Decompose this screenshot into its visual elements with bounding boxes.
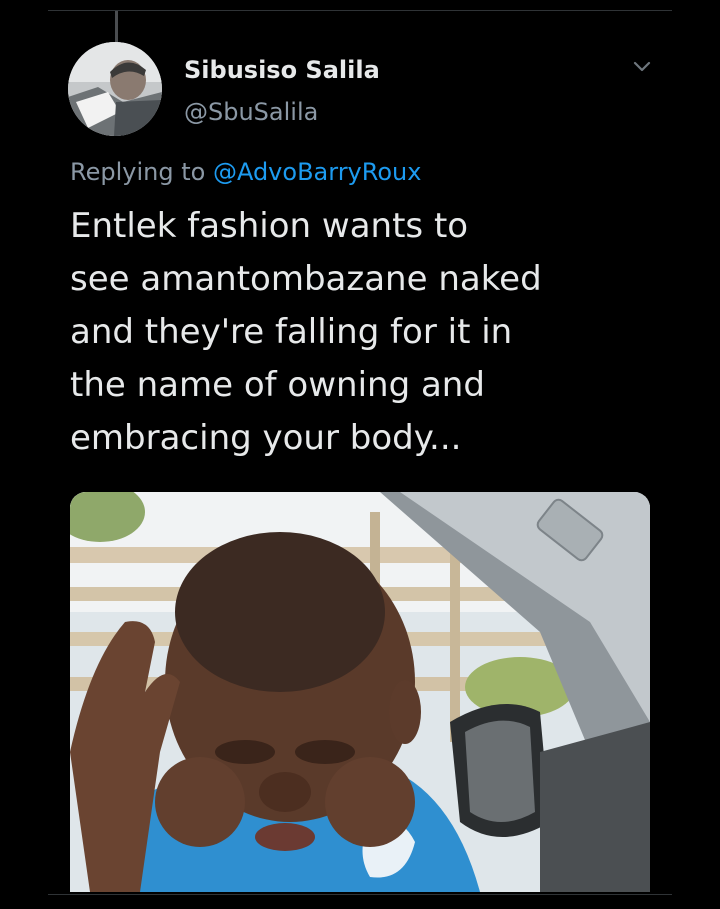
chevron-down-icon bbox=[633, 61, 651, 72]
tweet-text: Entlek fashion wants to see amantombazan… bbox=[70, 206, 542, 458]
photo-thumbnail-icon bbox=[70, 492, 650, 892]
author-handle[interactable]: @SbuSalila bbox=[184, 98, 318, 126]
tweet-media-photo[interactable] bbox=[70, 492, 650, 892]
author-name[interactable]: Sibusiso Salila bbox=[184, 56, 380, 84]
avatar-photo-icon bbox=[68, 42, 162, 136]
more-options-button[interactable] bbox=[630, 56, 654, 76]
avatar[interactable] bbox=[68, 42, 162, 136]
reply-mention-link[interactable]: @AdvoBarryRoux bbox=[213, 158, 422, 186]
replying-to-line: Replying to @AdvoBarryRoux bbox=[70, 158, 421, 186]
replying-to-label: Replying to bbox=[70, 158, 206, 186]
bottom-divider bbox=[48, 894, 672, 895]
top-divider bbox=[48, 10, 672, 11]
